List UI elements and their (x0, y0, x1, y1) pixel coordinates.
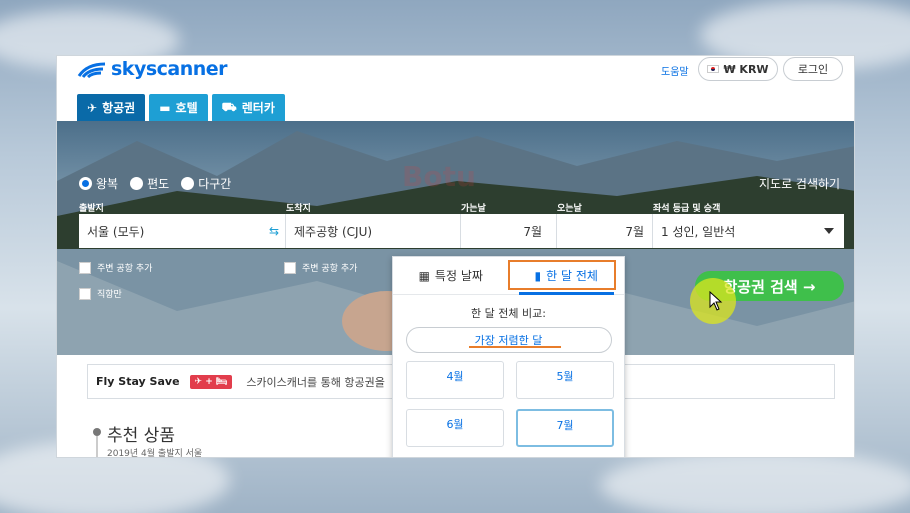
help-link[interactable]: 도움말 (661, 63, 689, 78)
airplane-icon: ✈ (87, 100, 98, 115)
origin-field[interactable]: 서울 (모두) ⇆ (79, 214, 286, 248)
trip-type-radios: 왕복 편도 다구간 (79, 175, 231, 192)
checkbox-box (79, 287, 91, 300)
cheapest-month-button[interactable]: 가장 저렴한 달 (405, 327, 612, 353)
timeline-line (96, 436, 98, 457)
recommend-title: 추천 상품 (107, 426, 175, 446)
radio-label: 왕복 (96, 177, 119, 191)
checkbox-label: 직항만 (97, 290, 122, 300)
date-picker-tabs: ▦ 특정 날짜 ▮ 한 달 전체 (393, 257, 624, 295)
calendar-icon: ▦ (418, 268, 430, 283)
tab-flights-label: 항공권 (102, 101, 136, 115)
cabin-value: 1 성인, 일반석 (661, 224, 736, 239)
nearby-destination-checkbox[interactable]: 주변 공항 추가 (284, 261, 357, 274)
radio-label: 편도 (147, 177, 170, 191)
return-label: 오는날 (557, 204, 582, 214)
depart-field[interactable]: 7월 (461, 214, 557, 248)
timeline-dot-icon (93, 428, 101, 436)
depart-label: 가는날 (461, 204, 486, 214)
checkbox-label: 주변 공항 추가 (97, 264, 153, 274)
search-fields: 서울 (모두) ⇆ 제주공항 (CJU) 7월 7월 1 성인, 일반석 (79, 214, 844, 248)
date-picker-popup: ▦ 특정 날짜 ▮ 한 달 전체 한 달 전체 비교: 가장 저렴한 달 4월 … (392, 256, 625, 457)
radio-dot (181, 177, 195, 190)
month-option[interactable]: 5월 (516, 361, 614, 399)
checkbox-box (79, 261, 91, 274)
watermark-text: Botu (402, 160, 476, 193)
depart-value: 7월 (523, 224, 542, 239)
car-icon: ⛟ (221, 99, 237, 114)
mouse-cursor-icon (709, 291, 723, 311)
sunrise-logo-icon (77, 62, 106, 78)
browser-page: skyscanner 도움말 ₩ KRW 로그인 ✈ 항공권 ▬ 호텔 ⛟ 렌터… (56, 55, 855, 458)
return-value: 7월 (625, 224, 644, 239)
swap-icon[interactable]: ⇆ (269, 224, 279, 238)
tab-car-rental[interactable]: ⛟ 렌터카 (211, 94, 285, 121)
destination-value: 제주공항 (CJU) (294, 224, 373, 239)
checkbox-box (284, 261, 296, 274)
radio-one-way[interactable]: 편도 (130, 175, 169, 192)
compare-label: 한 달 전체 비교: (471, 307, 546, 320)
direct-only-checkbox[interactable]: 직항만 (79, 287, 122, 300)
radio-multi-city[interactable]: 다구간 (181, 175, 231, 192)
skyscanner-logo[interactable]: skyscanner (77, 58, 228, 80)
destination-label: 도착지 (286, 204, 311, 214)
nearby-origin-checkbox[interactable]: 주변 공항 추가 (79, 261, 152, 274)
tab-specific-label: 특정 날짜 (434, 269, 483, 283)
cloud (600, 450, 910, 513)
currency-label: ₩ KRW (723, 62, 769, 76)
origin-value: 서울 (모두) (87, 224, 145, 239)
map-search-link[interactable]: 지도로 검색하기 (759, 175, 840, 192)
month-grid: 4월 5월 6월 7월 (406, 361, 624, 447)
tab-car-label: 렌터카 (241, 101, 275, 115)
bed-icon: ▬ (159, 100, 171, 115)
checkbox-label: 주변 공항 추가 (302, 264, 358, 274)
promo-text: 스카이스캐너를 통해 항공권을 (246, 375, 385, 389)
month-option[interactable]: 4월 (406, 361, 504, 399)
korea-flag-icon (707, 65, 720, 73)
currency-button[interactable]: ₩ KRW (698, 57, 778, 81)
return-field[interactable]: 7월 (557, 214, 653, 248)
month-option[interactable]: 6월 (406, 409, 504, 447)
origin-label: 출발지 (79, 204, 104, 214)
radio-dot (130, 177, 144, 190)
orange-underline (468, 346, 561, 348)
cabin-field[interactable]: 1 성인, 일반석 (653, 214, 844, 248)
radio-label: 다구간 (198, 177, 232, 191)
cabin-label: 좌석 등급 및 승객 (653, 204, 721, 214)
promo-title: Fly Stay Save (96, 375, 180, 388)
recommend-subtitle: 2019년 4월 출발지 서울 (107, 449, 203, 458)
tab-hotels-label: 호텔 (175, 101, 198, 115)
product-tabs: ✈ 항공권 ▬ 호텔 ⛟ 렌터카 (77, 94, 285, 121)
login-button[interactable]: 로그인 (783, 57, 843, 81)
radio-dot (79, 177, 92, 190)
tab-specific-date[interactable]: ▦ 특정 날짜 (393, 257, 509, 294)
logo-text: skyscanner (111, 58, 228, 80)
chevron-down-icon (824, 228, 834, 234)
radio-round-trip[interactable]: 왕복 (79, 175, 118, 192)
tab-hotels[interactable]: ▬ 호텔 (149, 94, 208, 121)
month-option-selected[interactable]: 7월 (516, 409, 614, 447)
tab-flights[interactable]: ✈ 항공권 (77, 94, 146, 121)
destination-field[interactable]: 제주공항 (CJU) (286, 214, 461, 248)
orange-highlight-box (508, 260, 616, 290)
flight-hotel-badge-icon: ✈ + 🛏 (189, 374, 233, 389)
